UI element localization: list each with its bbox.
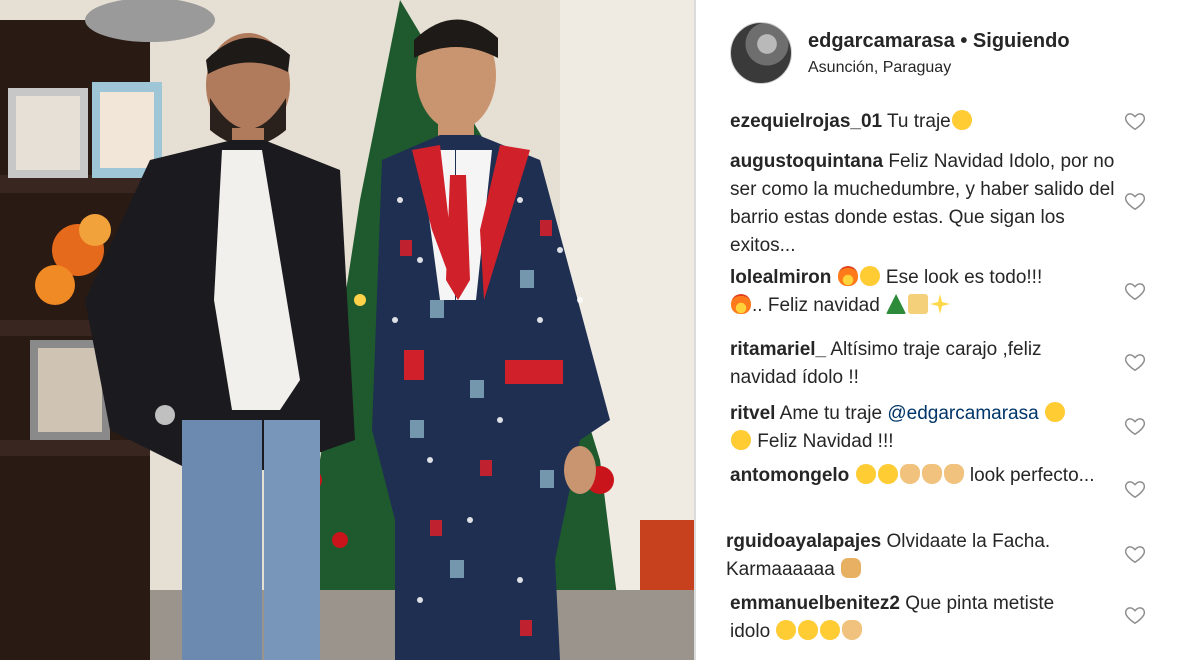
comment-username[interactable]: emmanuelbenitez2 xyxy=(730,593,900,614)
comment-text-cont: idolo xyxy=(730,621,771,642)
comment-text-cont: Feliz Navidad !!! xyxy=(757,431,894,452)
comment-text: Tu traje xyxy=(887,111,951,132)
comment: ritamariel_ Altísimo traje carajo ,feliz… xyxy=(730,336,1110,392)
heart-eyes-icon xyxy=(951,110,972,130)
post-location[interactable]: Asunción, Paraguay xyxy=(808,59,951,77)
follow-status[interactable]: Siguiendo xyxy=(973,30,1070,52)
post-photo[interactable] xyxy=(0,0,694,660)
comment: antomongelo look perfecto... xyxy=(730,462,1110,490)
heart-outline-icon[interactable] xyxy=(1124,415,1146,437)
comment-username[interactable]: ritvel xyxy=(730,403,775,424)
heart-outline-icon[interactable] xyxy=(1124,478,1146,500)
fire-icon xyxy=(731,294,751,314)
post-username[interactable]: edgarcamarasa xyxy=(808,30,955,52)
comment-text: Que pinta metiste xyxy=(905,593,1055,614)
comment-username[interactable]: rguidoayalapajes xyxy=(726,531,881,552)
clinking-glasses-icon xyxy=(908,294,929,314)
christmas-tree-icon xyxy=(886,294,907,314)
sunglasses-icon xyxy=(776,620,797,640)
heart-outline-icon[interactable] xyxy=(1124,351,1146,373)
heart-outline-icon[interactable] xyxy=(1124,110,1146,132)
heart-eyes-icon xyxy=(731,430,751,450)
fist-icon xyxy=(841,558,862,578)
ok-hand-icon xyxy=(921,464,942,484)
heart-outline-icon[interactable] xyxy=(1124,280,1146,302)
comment: lolealmiron Ese look es todo!!! .. Feliz… xyxy=(730,264,1110,320)
comment-text: look perfecto... xyxy=(969,465,1095,486)
separator-dot: • xyxy=(960,30,968,52)
sunglasses-icon xyxy=(798,620,819,640)
comment-username[interactable]: lolealmiron xyxy=(730,267,831,288)
comment: augustoquintana Feliz Navidad Idolo, por… xyxy=(730,148,1120,260)
heart-eyes-icon xyxy=(1044,402,1065,422)
comment-text-cont: .. Feliz navidad xyxy=(752,295,880,316)
comment: ezequielrojas_01 Tu traje xyxy=(730,108,1110,136)
post-username-row: edgarcamarasa • Siguiendo xyxy=(808,30,1070,53)
comment-username[interactable]: ezequielrojas_01 xyxy=(730,111,882,132)
avatar[interactable] xyxy=(730,22,792,84)
comment: ritvel Ame tu traje @edgarcamarasa Feliz… xyxy=(730,400,1110,456)
comment: rguidoayalapajes Olvidaate la Facha. Kar… xyxy=(726,528,1106,584)
ok-hand-icon xyxy=(899,464,920,484)
fire-icon xyxy=(837,266,858,286)
heart-outline-icon[interactable] xyxy=(1124,190,1146,212)
comment-text: Ese look es todo!!! xyxy=(885,267,1043,288)
joy-icon xyxy=(877,464,898,484)
joy-icon xyxy=(859,266,880,286)
comment-username[interactable]: antomongelo xyxy=(730,465,849,486)
heart-outline-icon[interactable] xyxy=(1124,604,1146,626)
ok-hand-icon xyxy=(842,620,863,640)
sparkles-icon xyxy=(930,294,951,314)
photo-illustration xyxy=(0,0,694,660)
comment: emmanuelbenitez2 Que pinta metiste idolo xyxy=(730,590,1110,646)
sunglasses-icon xyxy=(820,620,841,640)
heart-eyes-icon xyxy=(855,464,876,484)
post-header: edgarcamarasa • Siguiendo Asunción, Para… xyxy=(730,22,1170,86)
comment-username[interactable]: ritamariel_ xyxy=(730,339,826,360)
heart-outline-icon[interactable] xyxy=(1124,543,1146,565)
comments-panel: edgarcamarasa • Siguiendo Asunción, Para… xyxy=(696,0,1180,660)
comment-username[interactable]: augustoquintana xyxy=(730,151,883,172)
comment-mention[interactable]: @edgarcamarasa xyxy=(887,403,1038,424)
ok-hand-icon xyxy=(943,464,964,484)
comment-text: Ame tu traje xyxy=(779,403,883,424)
